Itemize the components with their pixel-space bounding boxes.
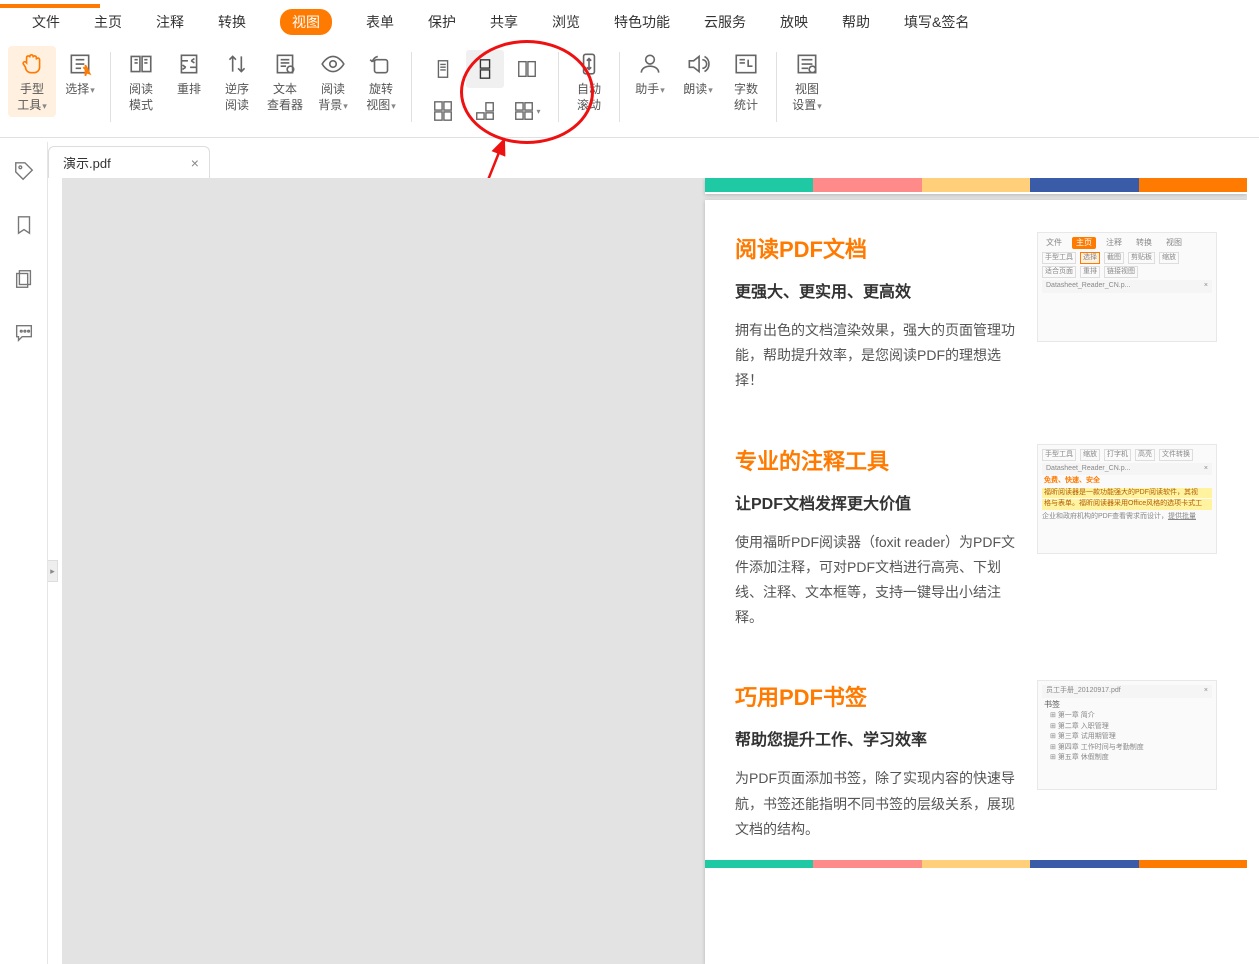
settings-icon [793,50,821,78]
section-body: 拥有出色的文档渲染效果，强大的页面管理功能，帮助提升效率，是您阅读PDF的理想选… [735,318,1019,394]
read-bg-button[interactable]: 阅读背景 [309,46,357,117]
layout-split-button[interactable]: ▾ [508,92,546,130]
read-aloud-button[interactable]: 朗读 [674,46,722,102]
reverse-icon [223,50,251,78]
rotate-icon [367,50,395,78]
word-count-icon [732,50,760,78]
auto-scroll-button[interactable]: 自动滚动 [565,46,613,117]
left-sidebar [0,142,48,964]
menu-protect[interactable]: 保护 [428,12,456,32]
menu-features[interactable]: 特色功能 [614,12,670,32]
bookmark-icon[interactable] [13,214,35,236]
select-icon [66,50,94,78]
text-viewer-icon [271,50,299,78]
section-image: 员工手册_20120917.pdf× 书签 ⊞ 第一章 简介 ⊞ 第二章 入职管… [1037,680,1217,790]
section-image: 文件主页注释转换视图 手型工具选择截图剪贴板缩放 适合页面重排链接视图 Data… [1037,232,1217,342]
menu-present[interactable]: 放映 [780,12,808,32]
menu-fillsign[interactable]: 填写&签名 [904,12,969,32]
menu-help[interactable]: 帮助 [842,12,870,32]
menu-bar: 文件 主页 注释 转换 视图 表单 保护 共享 浏览 特色功能 云服务 放映 帮… [0,4,1259,40]
section-body: 为PDF页面添加书签，除了实现内容的快速导航，书签还能指明不同书签的层级关系，展… [735,766,1019,842]
tab-bar: 演示.pdf × [48,142,210,178]
speaker-icon [684,50,712,78]
expand-sidebar-handle[interactable]: ▸ [48,560,58,582]
select-button[interactable]: 选择 [56,46,104,102]
layout-continuous-facing-button[interactable] [424,92,462,130]
ribbon: 手型工具 选择 阅读模式 重排 逆序阅读 文本查看器 阅读背景 旋转视图 ▾ [0,40,1259,138]
assistant-button[interactable]: 助手 [626,46,674,102]
tag-icon[interactable] [13,160,35,182]
hand-tool-button[interactable]: 手型工具 [8,46,56,117]
menu-convert[interactable]: 转换 [218,12,246,32]
pdf-page [705,178,1247,194]
layout-cover-button[interactable] [466,92,504,130]
reverse-read-button[interactable]: 逆序阅读 [213,46,261,117]
eye-icon [319,50,347,78]
menu-home[interactable]: 主页 [94,12,122,32]
comments-icon[interactable] [13,322,35,344]
menu-cloud[interactable]: 云服务 [704,12,746,32]
reflow-icon [175,50,203,78]
section-subtitle: 让PDF文档发挥更大价值 [735,490,1019,514]
menu-share[interactable]: 共享 [490,12,518,32]
menu-file[interactable]: 文件 [32,12,60,32]
section-subtitle: 更强大、更实用、更高效 [735,278,1019,302]
tab-title: 演示.pdf [63,153,111,172]
section-image: 手型工具缩放打字机高亮文件转换 Datasheet_Reader_CN.p...… [1037,444,1217,554]
read-mode-button[interactable]: 阅读模式 [117,46,165,117]
document-tab[interactable]: 演示.pdf × [48,146,210,178]
menu-view[interactable]: 视图 [280,9,332,35]
scroll-icon [575,50,603,78]
view-settings-button[interactable]: 视图设置 [783,46,831,117]
reflow-button[interactable]: 重排 [165,46,213,102]
book-icon [127,50,155,78]
section-subtitle: 帮助您提升工作、学习效率 [735,726,1019,750]
close-tab-button[interactable]: × [191,155,199,171]
menu-browse[interactable]: 浏览 [552,12,580,32]
word-count-button[interactable]: 字数统计 [722,46,770,117]
layout-continuous-button[interactable] [466,50,504,88]
section-title: 阅读PDF文档 [735,232,1019,264]
section-title: 专业的注释工具 [735,444,1019,476]
menu-comment[interactable]: 注释 [156,12,184,32]
menu-form[interactable]: 表单 [366,12,394,32]
text-viewer-button[interactable]: 文本查看器 [261,46,309,117]
document-viewport[interactable]: 阅读PDF文档 更强大、更实用、更高效 拥有出色的文档渲染效果，强大的页面管理功… [62,178,1247,964]
rotate-view-button[interactable]: 旋转视图 [357,46,405,117]
pages-icon[interactable] [13,268,35,290]
pdf-page: 阅读PDF文档 更强大、更实用、更高效 拥有出色的文档渲染效果，强大的页面管理功… [705,200,1247,964]
section-body: 使用福昕PDF阅读器（foxit reader）为PDF文件添加注释，可对PDF… [735,530,1019,631]
page-layout-grid: ▾ [418,46,552,134]
section-title: 巧用PDF书签 [735,680,1019,712]
layout-facing-button[interactable] [508,50,546,88]
assistant-icon [636,50,664,78]
layout-single-button[interactable] [424,50,462,88]
hand-icon [18,50,46,78]
